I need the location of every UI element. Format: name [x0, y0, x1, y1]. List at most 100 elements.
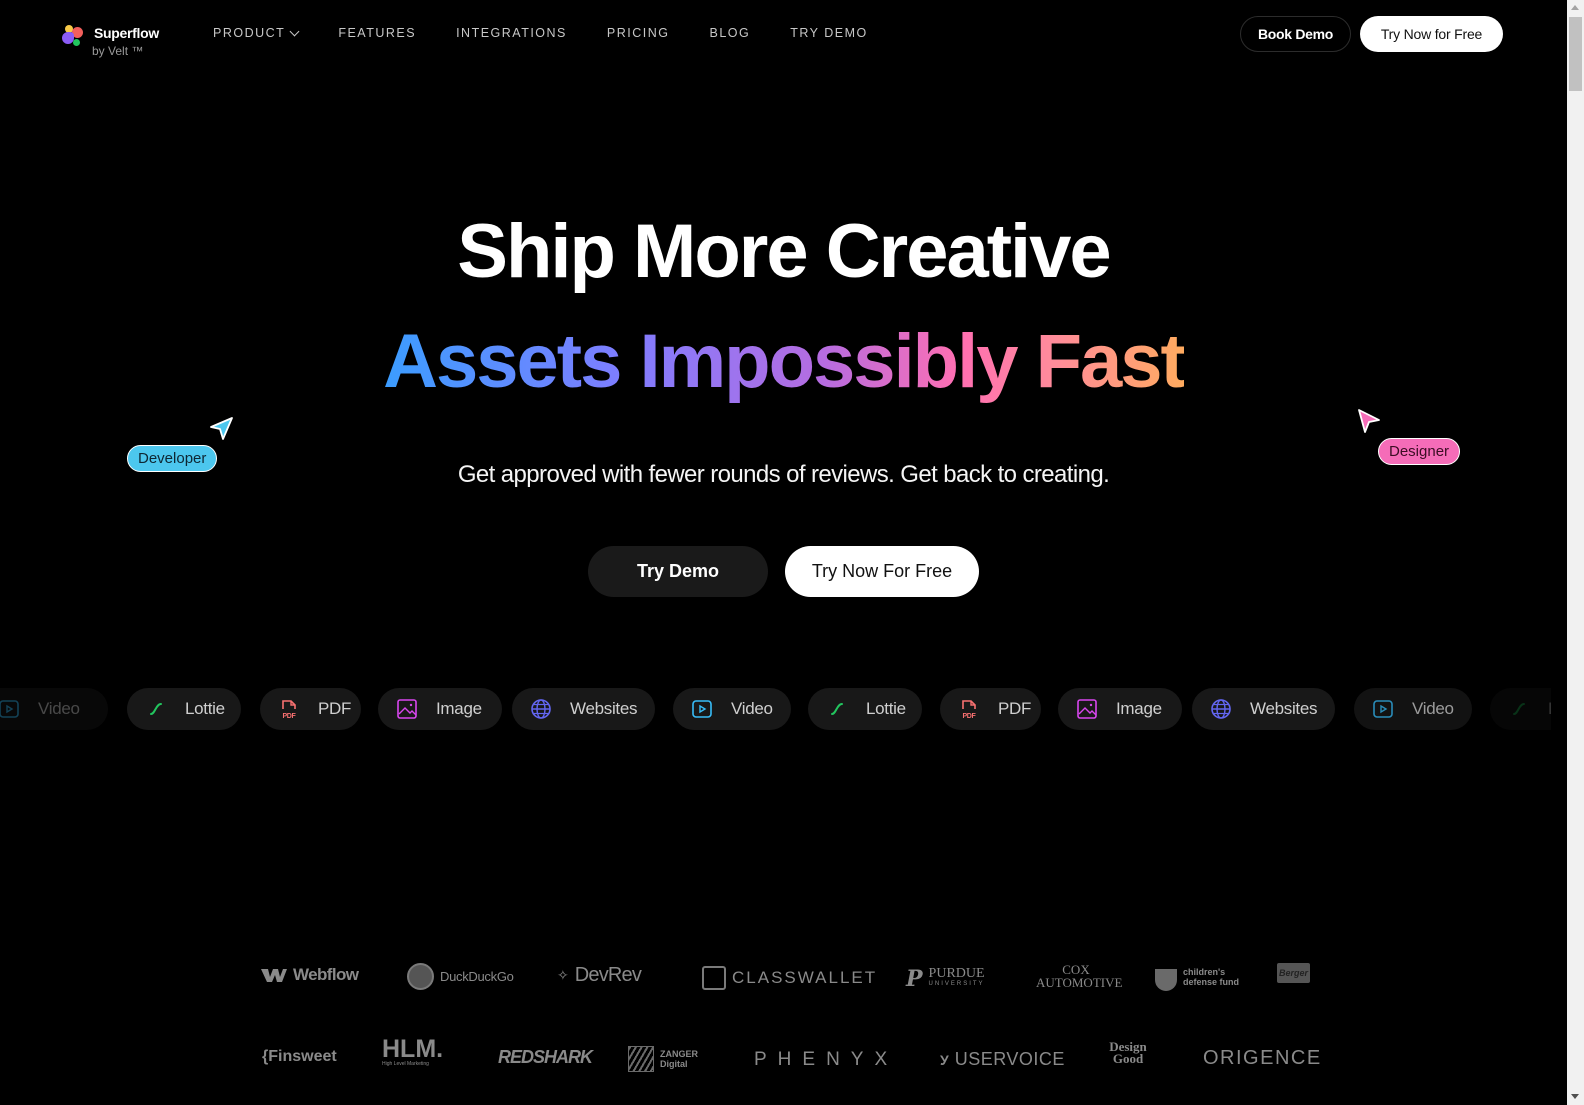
image-icon — [1076, 698, 1098, 720]
logo-subtext: High Level Marketing — [382, 1061, 429, 1067]
asset-pill-image: Image — [1058, 688, 1182, 730]
asset-pill-websites: Websites — [1192, 688, 1335, 730]
logo-text: USERVOICE — [954, 1049, 1065, 1069]
asset-pill-label: Video — [1412, 699, 1454, 718]
image-icon — [396, 698, 418, 720]
logo-design-good: Design Good — [1103, 1039, 1153, 1066]
logo-childrens-defense-fund: children's defense fund — [1155, 963, 1243, 991]
scrollbar-thumb[interactable] — [1569, 17, 1582, 91]
logo-cox-automotive: COX AUTOMOTIVE — [1036, 962, 1123, 990]
hero-title-line1: Ship More Creative — [457, 209, 1111, 294]
devrev-icon: ✧ — [557, 967, 569, 983]
logo-text: Berger — [1277, 963, 1311, 983]
asset-pill-video: Video — [673, 688, 791, 730]
lottie-icon — [826, 698, 848, 720]
superflow-logo-icon — [62, 22, 84, 46]
nav-link-blog[interactable]: BLOG — [710, 26, 751, 40]
asset-pill-lottie: Lottie — [127, 688, 241, 730]
logo-webflow: Webflow — [261, 965, 359, 985]
nav-link-label: PRODUCT — [213, 26, 286, 40]
logo-text: PURDUE — [928, 966, 985, 981]
logo-uservoice: У USERVOICE — [940, 1049, 1065, 1070]
asset-pill-label: Lottie — [1548, 699, 1551, 719]
scroll-up-arrow-icon[interactable] — [1571, 5, 1579, 10]
logo-hlm: HLM. High Level Marketing — [382, 1035, 444, 1068]
try-now-nav-button[interactable]: Try Now for Free — [1360, 16, 1503, 52]
video-icon — [1372, 698, 1394, 720]
logo-duckduckgo: DuckDuckGo — [407, 963, 514, 990]
cdf-icon — [1155, 969, 1177, 991]
purdue-icon: P — [906, 966, 923, 992]
logo-finsweet: {Finsweet — [262, 1048, 337, 1066]
nav-links: PRODUCT FEATURES INTEGRATIONS PRICING BL… — [213, 26, 908, 40]
logo-redshark: REDSHARK — [498, 1047, 593, 1068]
zanger-icon — [628, 1046, 654, 1072]
asset-pill-lottie: Lottie — [1490, 688, 1551, 730]
asset-pill-pdf: PDF PDF — [260, 688, 361, 730]
asset-pill-label: Lottie — [866, 699, 906, 718]
asset-pill-video: Video — [0, 688, 108, 730]
logo-devrev: ✧ DevRev — [557, 964, 642, 987]
svg-text:PDF: PDF — [282, 713, 296, 720]
asset-pill-websites: Websites — [512, 688, 655, 730]
logo-text: {Finsweet — [262, 1048, 337, 1065]
nav-link-product[interactable]: PRODUCT — [213, 26, 300, 40]
asset-pill-label: Image — [436, 699, 482, 718]
logo-text: children's defense fund — [1183, 967, 1240, 987]
asset-pill-label: Image — [1116, 699, 1162, 718]
brand[interactable]: Superflow by Velt ™ — [62, 22, 159, 60]
asset-pill-label: Websites — [570, 699, 638, 718]
nav-link-features[interactable]: FEATURES — [338, 26, 416, 40]
webflow-icon — [261, 969, 287, 982]
pdf-icon: PDF — [278, 698, 300, 720]
logo-text: ZANGER Digital — [660, 1049, 698, 1069]
logo-purdue: P PURDUE UNIVERSITY — [906, 966, 985, 992]
book-demo-button[interactable]: Book Demo — [1240, 16, 1351, 52]
hero-gradient-text: Assets Impossibly Fast — [383, 319, 1186, 404]
logo-text: HLM. — [382, 1035, 444, 1063]
logo-text: DevRev — [574, 964, 642, 986]
brand-name: Superflow — [94, 25, 159, 41]
video-icon — [691, 698, 713, 720]
lottie-icon — [1508, 698, 1530, 720]
logo-classwallet: CLASSWALLET — [702, 966, 877, 995]
scroll-down-arrow-icon[interactable] — [1571, 1094, 1579, 1099]
chevron-down-icon — [289, 26, 300, 36]
video-icon — [0, 698, 20, 720]
logo-text: ORIGENCE — [1203, 1047, 1322, 1069]
hero-title-line2: Assets Impossibly Fast — [0, 318, 1567, 405]
asset-pill-label: Video — [731, 699, 773, 718]
asset-pill-label: Lottie — [185, 699, 225, 718]
logo-phenyx: PHENYX — [754, 1049, 898, 1071]
pdf-icon: PDF — [958, 698, 980, 720]
try-now-free-button[interactable]: Try Now For Free — [785, 546, 979, 597]
asset-pill-label: PDF — [318, 699, 352, 718]
asset-pill-pdf: PDF PDF — [940, 688, 1041, 730]
asset-pill-label: Websites — [1250, 699, 1318, 718]
developer-cursor-icon — [210, 417, 233, 440]
designer-cursor-icon — [1358, 409, 1380, 433]
uservoice-icon: У — [940, 1051, 949, 1068]
classwallet-icon — [702, 966, 726, 990]
globe-icon — [1210, 698, 1232, 720]
nav-link-pricing[interactable]: PRICING — [607, 26, 670, 40]
asset-pill-label: PDF — [998, 699, 1032, 718]
duckduckgo-icon — [407, 963, 434, 990]
asset-type-marquee: Video Lottie PDF PDF Image Websites Video Lotti… — [0, 688, 1551, 730]
logo-berger: Berger — [1277, 963, 1311, 983]
logo-subtext: UNIVERSITY — [928, 981, 985, 987]
top-nav: Superflow by Velt ™ PRODUCT FEATURES INT… — [0, 0, 1567, 70]
nav-link-try-demo[interactable]: TRY DEMO — [790, 26, 868, 40]
logo-text: COX AUTOMOTIVE — [1036, 962, 1123, 990]
logo-text: Design Good — [1109, 1039, 1147, 1066]
page-scrollbar[interactable] — [1567, 0, 1584, 1105]
nav-link-integrations[interactable]: INTEGRATIONS — [456, 26, 567, 40]
lottie-icon — [145, 698, 167, 720]
try-demo-button[interactable]: Try Demo — [588, 546, 768, 597]
svg-text:PDF: PDF — [962, 713, 976, 720]
logo-text: Webflow — [293, 965, 359, 984]
globe-icon — [530, 698, 552, 720]
asset-pill-video: Video — [1354, 688, 1472, 730]
asset-pill-lottie: Lottie — [808, 688, 922, 730]
logo-origence: ORIGENCE — [1203, 1047, 1322, 1070]
